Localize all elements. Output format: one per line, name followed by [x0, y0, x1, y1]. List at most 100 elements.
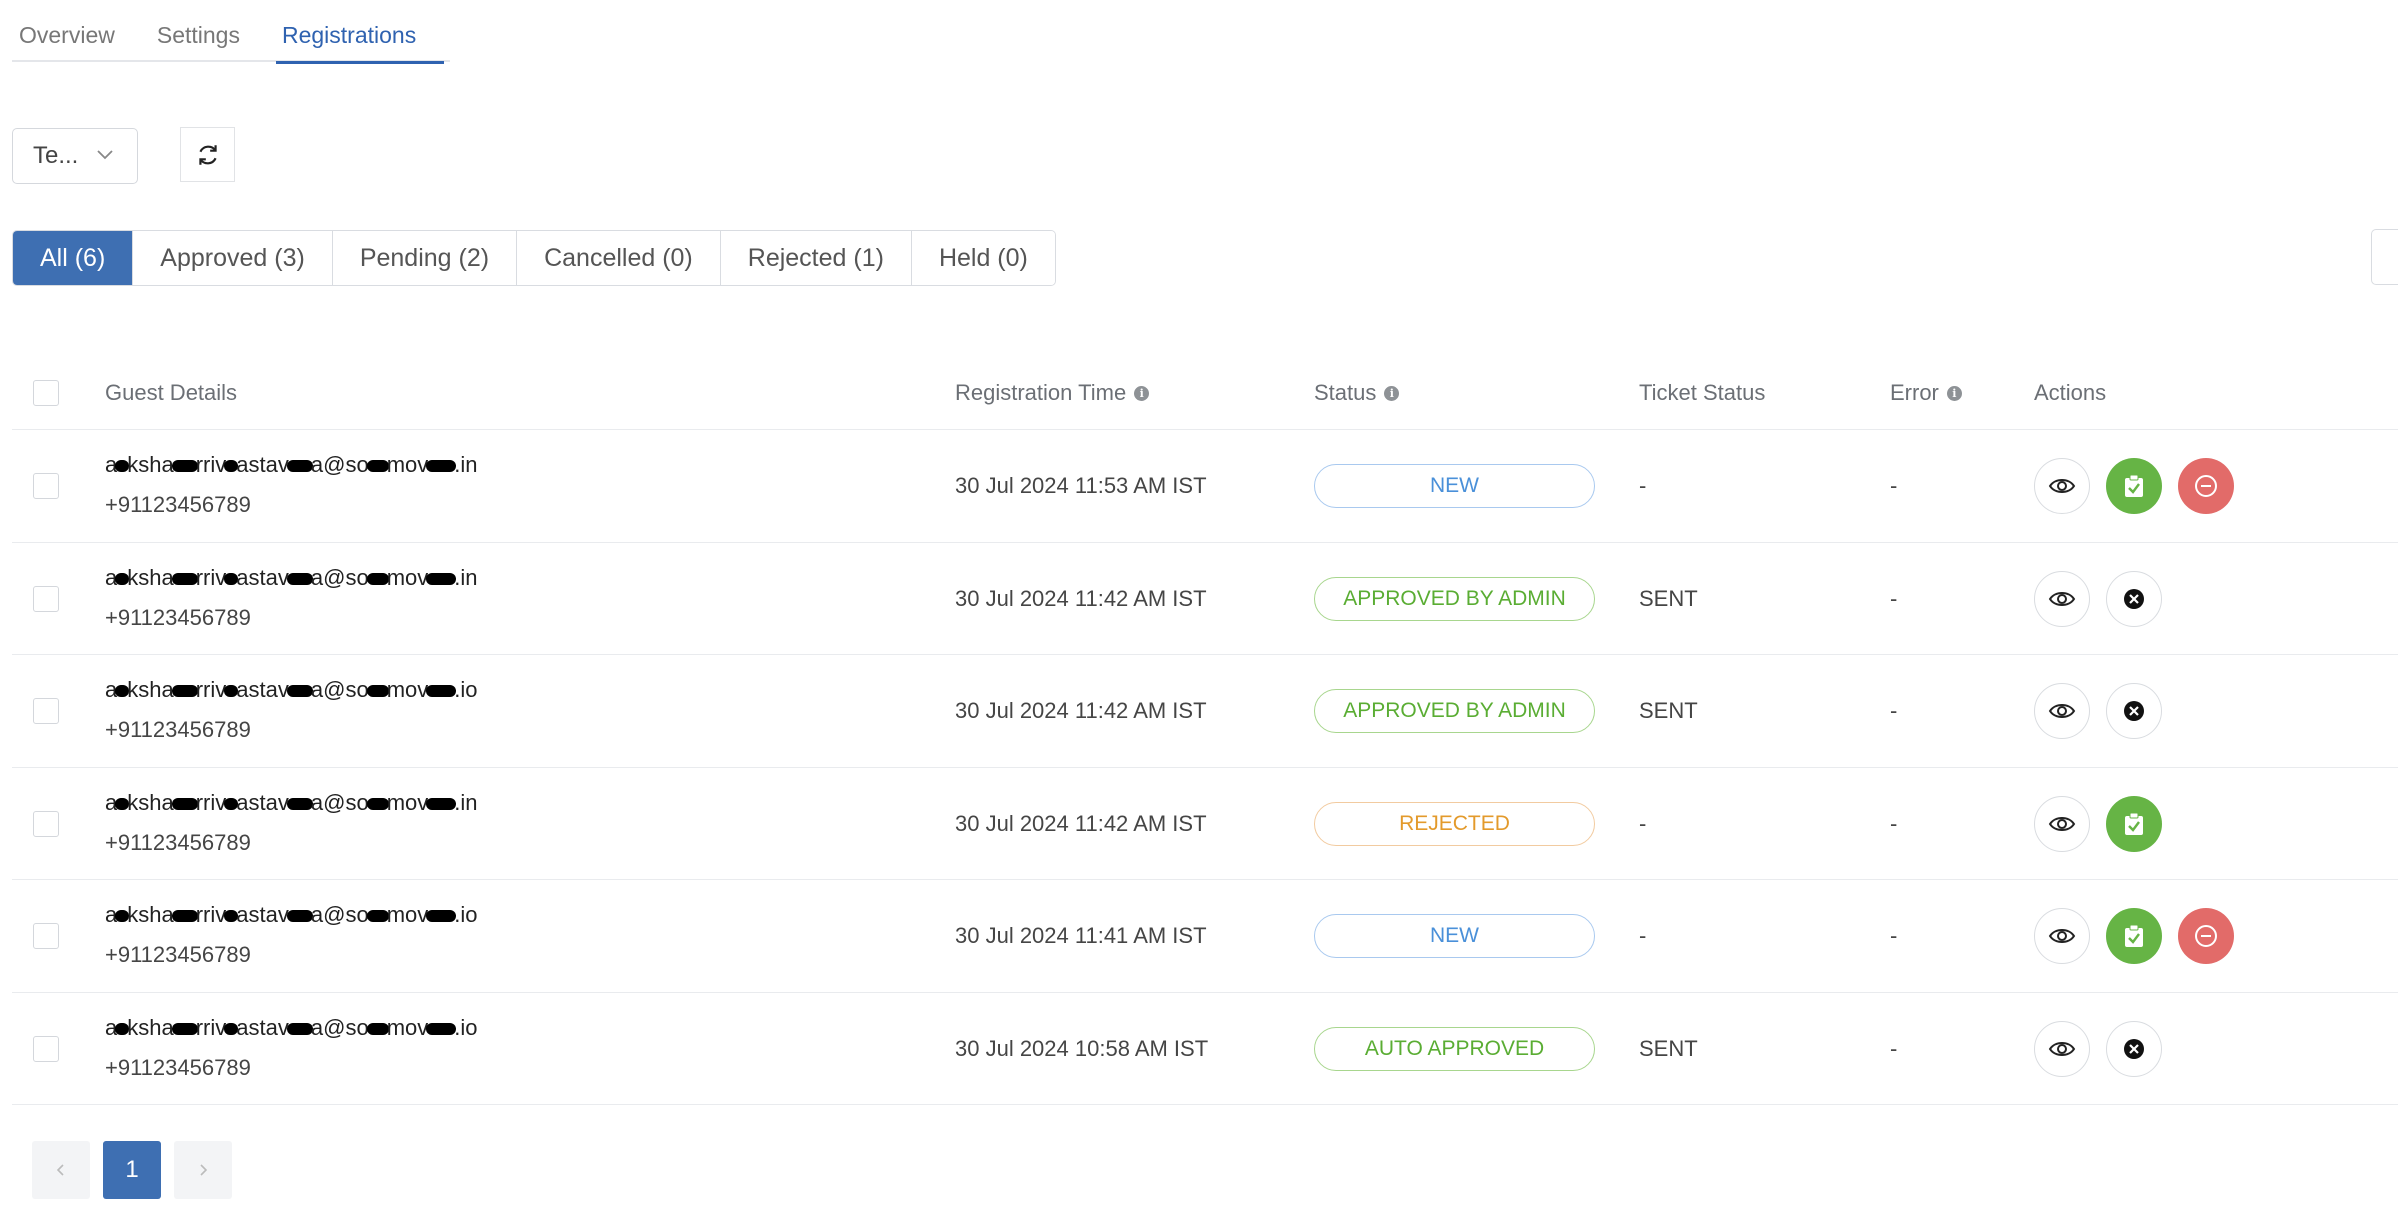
- table-row: a ksha rriv astav a@so mov .io +91123456789 30 J…: [12, 880, 2398, 993]
- approve-button[interactable]: [2106, 908, 2162, 964]
- table-row: a ksha rriv astav a@so mov .io +91123456789 30 J…: [12, 655, 2398, 768]
- email-part: rriv: [195, 789, 227, 815]
- error-value: -: [1890, 585, 1898, 611]
- view-button[interactable]: [2034, 795, 2090, 852]
- email-part: ksha: [127, 789, 174, 815]
- row-checkbox[interactable]: [33, 585, 59, 612]
- email-part: .io: [454, 677, 478, 702]
- eye-icon: [2048, 1041, 2076, 1056]
- redaction-mark: [366, 460, 389, 473]
- redaction-mark: [286, 572, 313, 585]
- refresh-button[interactable]: [180, 127, 235, 182]
- redaction-mark: [426, 1022, 457, 1035]
- email-part: mov: [386, 902, 429, 927]
- guest-email: a ksha rriv astav a@so mov .in: [105, 565, 478, 591]
- info-icon[interactable]: i: [1946, 385, 1962, 401]
- error-value: -: [1890, 810, 1898, 836]
- filter-pending[interactable]: Pending (2): [331, 231, 517, 285]
- email-part: ksha: [127, 564, 174, 590]
- info-icon[interactable]: i: [1384, 385, 1400, 401]
- header-status: Status i: [1314, 380, 1400, 406]
- info-icon[interactable]: i: [1134, 385, 1150, 401]
- chevron-right-icon: [200, 1164, 208, 1176]
- event-select[interactable]: Te...: [12, 128, 138, 184]
- email-part: mov: [386, 452, 429, 477]
- header-status-label: Status: [1314, 380, 1377, 405]
- event-select-value: Te...: [33, 142, 79, 169]
- filter-held[interactable]: Held (0): [910, 231, 1055, 285]
- filter-approved[interactable]: Approved (3): [132, 231, 332, 285]
- guest-phone: +91123456789: [105, 604, 251, 630]
- guest-email: a ksha rriv astav a@so mov .io: [105, 677, 478, 703]
- ticket-status: SENT: [1639, 698, 1698, 723]
- next-page-button[interactable]: [174, 1141, 232, 1199]
- registrations-table: Guest Details Registration Time i Status i…: [12, 358, 2398, 1105]
- tab-registrations[interactable]: Registrations: [275, 0, 445, 64]
- email-part: mov: [386, 1014, 429, 1040]
- email-part: a@so: [310, 677, 369, 702]
- registration-time: 30 Jul 2024 11:42 AM IST: [955, 698, 1207, 723]
- error-value: -: [1890, 698, 1898, 723]
- email-part: .in: [454, 789, 478, 815]
- view-button[interactable]: [2034, 570, 2090, 627]
- status-badge: REJECTED: [1314, 801, 1595, 846]
- prev-page-button[interactable]: [32, 1141, 90, 1199]
- row-checkbox[interactable]: [33, 1035, 59, 1062]
- email-part: astav: [236, 1014, 289, 1040]
- registration-time: 30 Jul 2024 11:53 AM IST: [955, 473, 1207, 498]
- email-part: astav: [236, 902, 289, 927]
- error-value: -: [1890, 1035, 1898, 1061]
- email-part: a@so: [310, 1014, 369, 1040]
- view-button[interactable]: [2034, 458, 2090, 514]
- approve-button[interactable]: [2106, 795, 2162, 852]
- filter-all[interactable]: All (6): [13, 231, 133, 285]
- email-part: ksha: [127, 452, 174, 477]
- guest-phone: +91123456789: [105, 942, 251, 967]
- tab-overview[interactable]: Overview: [19, 0, 115, 62]
- view-button[interactable]: [2034, 908, 2090, 964]
- filter-cancelled[interactable]: Cancelled (0): [516, 231, 720, 285]
- approve-button[interactable]: [2106, 458, 2162, 514]
- email-part: ksha: [127, 677, 174, 702]
- chevron-down-icon: [97, 150, 113, 160]
- reject-button[interactable]: [2178, 908, 2234, 964]
- redaction-mark: [286, 685, 313, 698]
- view-button[interactable]: [2034, 683, 2090, 739]
- page-button-current[interactable]: 1: [103, 1141, 161, 1199]
- email-part: mov: [386, 789, 429, 815]
- header-guest-details: Guest Details: [105, 380, 237, 406]
- email-part: mov: [386, 677, 429, 702]
- eye-icon: [2048, 816, 2076, 831]
- close-circle-icon: [2124, 701, 2144, 721]
- eye-icon: [2048, 591, 2076, 606]
- cancel-button[interactable]: [2106, 1020, 2162, 1077]
- select-all-checkbox[interactable]: [33, 380, 59, 406]
- view-button[interactable]: [2034, 1020, 2090, 1077]
- email-part: .io: [454, 1014, 478, 1040]
- cancel-button[interactable]: [2106, 683, 2162, 739]
- header-actions: Actions: [2034, 380, 2106, 406]
- guest-phone: +91123456789: [105, 492, 251, 517]
- error-value: -: [1890, 923, 1898, 948]
- email-part: .io: [454, 902, 478, 927]
- registration-time: 30 Jul 2024 10:58 AM IST: [955, 1035, 1209, 1061]
- redaction-mark: [171, 460, 198, 473]
- clipboard-check-icon: [2125, 924, 2143, 947]
- row-checkbox[interactable]: [33, 810, 59, 837]
- row-checkbox[interactable]: [33, 473, 59, 499]
- redaction-mark: [426, 910, 457, 923]
- ticket-status: -: [1639, 810, 1647, 836]
- row-checkbox[interactable]: [33, 698, 59, 724]
- redaction-mark: [286, 460, 313, 473]
- tab-settings[interactable]: Settings: [157, 0, 240, 62]
- registration-time: 30 Jul 2024 11:41 AM IST: [955, 923, 1207, 948]
- email-part: rriv: [195, 564, 227, 590]
- cancel-button[interactable]: [2106, 570, 2162, 627]
- table-row: a ksha rriv astav a@so mov .in +91123456789 30 J…: [12, 430, 2398, 543]
- filter-rejected[interactable]: Rejected (1): [719, 231, 911, 285]
- chevron-left-icon: [56, 1164, 64, 1176]
- reject-button[interactable]: [2178, 458, 2234, 514]
- search-input[interactable]: [2371, 229, 2398, 285]
- redaction-mark: [171, 572, 198, 585]
- row-checkbox[interactable]: [33, 923, 59, 949]
